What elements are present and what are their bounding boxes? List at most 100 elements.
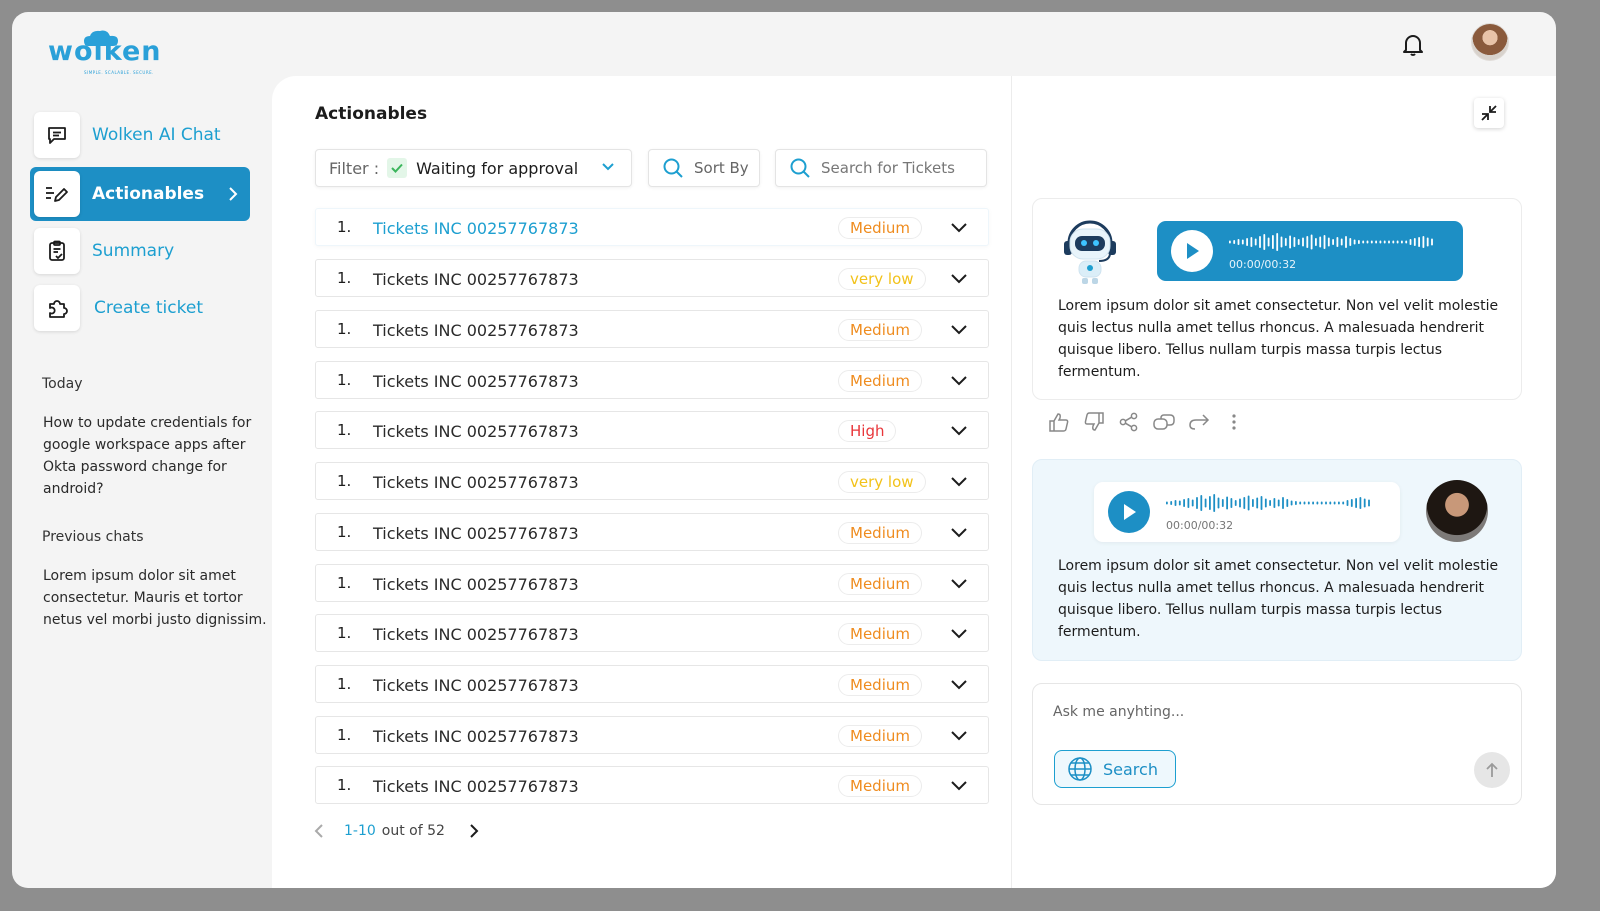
- ticket-name[interactable]: Tickets INC 00257767873: [373, 575, 579, 594]
- chevron-down-icon[interactable]: [950, 578, 968, 589]
- waveform-bar: [1355, 498, 1357, 508]
- chat-history-item[interactable]: Lorem ipsum dolor sit amet consectetur. …: [43, 565, 268, 631]
- waveform-bar: [1388, 240, 1390, 244]
- search-input[interactable]: [821, 159, 971, 177]
- nav-create-ticket[interactable]: Create ticket: [30, 281, 250, 335]
- waveform-bar: [1315, 238, 1317, 246]
- copy-icon[interactable]: [1147, 408, 1181, 436]
- chevron-down-icon[interactable]: [950, 324, 968, 335]
- arrow-up-icon: [1486, 762, 1498, 777]
- redo-icon[interactable]: [1182, 408, 1216, 436]
- message-actions: [1042, 408, 1252, 436]
- chevron-right-icon[interactable]: [469, 823, 479, 839]
- ticket-row[interactable]: 1. Tickets INC 00257767873 Medium: [315, 208, 989, 246]
- chevron-down-icon[interactable]: [950, 222, 968, 233]
- search-icon: [790, 158, 810, 178]
- thumbs-up-icon[interactable]: [1042, 408, 1076, 436]
- sort-by-button[interactable]: Sort By: [648, 149, 760, 187]
- chevron-down-icon[interactable]: [950, 628, 968, 639]
- ticket-number: 1.: [337, 624, 352, 642]
- chat-input[interactable]: [1053, 700, 1493, 724]
- waveform-bar: [1346, 500, 1349, 506]
- chevron-down-icon[interactable]: [950, 476, 968, 487]
- audio-player[interactable]: 00:00/00:32: [1094, 482, 1400, 542]
- waveform-bar: [1187, 498, 1190, 508]
- nav-label: Create ticket: [94, 298, 203, 318]
- ticket-row[interactable]: 1. Tickets INC 00257767873 Medium: [315, 361, 989, 399]
- ticket-row[interactable]: 1. Tickets INC 00257767873 Medium: [315, 310, 989, 348]
- ticket-row[interactable]: 1. Tickets INC 00257767873 High: [315, 411, 989, 449]
- ticket-number: 1.: [337, 218, 352, 236]
- filter-dropdown[interactable]: Filter : Waiting for approval: [315, 149, 632, 187]
- ticket-row[interactable]: 1. Tickets INC 00257767873 Medium: [315, 716, 989, 754]
- waveform-bar: [1323, 235, 1326, 249]
- ticket-row[interactable]: 1. Tickets INC 00257767873 very low: [315, 259, 989, 297]
- waveform-bar: [1342, 501, 1345, 505]
- ticket-row[interactable]: 1. Tickets INC 00257767873 Medium: [315, 564, 989, 602]
- waveform-bar: [1303, 501, 1306, 505]
- ticket-name[interactable]: Tickets INC 00257767873: [373, 219, 579, 238]
- ticket-name[interactable]: Tickets INC 00257767873: [373, 676, 579, 695]
- nav-wolken-ai-chat[interactable]: Wolken AI Chat: [30, 108, 250, 162]
- waveform-bar: [1302, 237, 1304, 247]
- ticket-name[interactable]: Tickets INC 00257767873: [373, 321, 579, 340]
- collapse-icon: [1481, 105, 1497, 121]
- ticket-name[interactable]: Tickets INC 00257767873: [373, 473, 579, 492]
- ticket-name[interactable]: Tickets INC 00257767873: [373, 270, 579, 289]
- ticket-row[interactable]: 1. Tickets INC 00257767873 Medium: [315, 766, 989, 804]
- waveform-bar: [1280, 236, 1283, 248]
- chevron-down-icon[interactable]: [950, 375, 968, 386]
- ticket-name[interactable]: Tickets INC 00257767873: [373, 777, 579, 796]
- chevron-down-icon[interactable]: [950, 679, 968, 690]
- waveform-bar: [1166, 501, 1168, 505]
- globe-icon: [1068, 757, 1092, 781]
- bell-icon[interactable]: [1401, 32, 1425, 58]
- ticket-search[interactable]: [775, 149, 987, 187]
- play-button[interactable]: [1171, 230, 1213, 272]
- waveform-bar: [1250, 237, 1253, 247]
- chevron-down-icon[interactable]: [950, 780, 968, 791]
- logo-text: wolken: [48, 36, 162, 67]
- collapse-button[interactable]: [1474, 98, 1504, 128]
- page-title: Actionables: [315, 104, 428, 124]
- share-icon[interactable]: [1112, 408, 1146, 436]
- ticket-row[interactable]: 1. Tickets INC 00257767873 Medium: [315, 665, 989, 703]
- web-search-button[interactable]: Search: [1054, 750, 1176, 788]
- waveform-bar: [1263, 234, 1266, 250]
- priority-badge: very low: [838, 471, 926, 493]
- profile-avatar[interactable]: [1471, 23, 1509, 61]
- ticket-row[interactable]: 1. Tickets INC 00257767873 Medium: [315, 614, 989, 652]
- wolken-logo[interactable]: wolken SIMPLE. SCALABLE. SECURE.: [48, 30, 161, 76]
- send-button[interactable]: [1474, 752, 1510, 788]
- priority-badge: Medium: [838, 319, 922, 341]
- ticket-number: 1.: [337, 523, 352, 541]
- more-icon[interactable]: [1217, 408, 1251, 436]
- waveform-bar: [1233, 240, 1236, 244]
- ticket-name[interactable]: Tickets INC 00257767873: [373, 422, 579, 441]
- ticket-row[interactable]: 1. Tickets INC 00257767873 Medium: [315, 513, 989, 551]
- ticket-name[interactable]: Tickets INC 00257767873: [373, 372, 579, 391]
- waveform-bar: [1260, 496, 1263, 510]
- priority-badge: Medium: [838, 217, 922, 239]
- thumbs-down-icon[interactable]: [1077, 408, 1111, 436]
- play-button[interactable]: [1108, 491, 1150, 533]
- ticket-name[interactable]: Tickets INC 00257767873: [373, 524, 579, 543]
- chat-history-item[interactable]: How to update credentials for google wor…: [43, 412, 268, 500]
- ticket-name[interactable]: Tickets INC 00257767873: [373, 727, 579, 746]
- waveform-bar: [1269, 500, 1271, 506]
- waveform-bar: [1273, 498, 1276, 508]
- chevron-down-icon[interactable]: [950, 425, 968, 436]
- ticket-row[interactable]: 1. Tickets INC 00257767873 very low: [315, 462, 989, 500]
- waveform-bar: [1259, 236, 1261, 248]
- chevron-down-icon[interactable]: [950, 527, 968, 538]
- audio-player[interactable]: 00:00/00:32: [1157, 221, 1463, 281]
- ticket-name[interactable]: Tickets INC 00257767873: [373, 625, 579, 644]
- waveform-bar: [1217, 497, 1220, 509]
- chevron-down-icon[interactable]: [950, 730, 968, 741]
- app-window: wolken SIMPLE. SCALABLE. SECURE. Wolken …: [12, 12, 1556, 888]
- nav-actionables[interactable]: Actionables: [30, 167, 250, 221]
- play-icon: [1187, 243, 1199, 259]
- chevron-left-icon[interactable]: [314, 823, 324, 839]
- nav-summary[interactable]: Summary: [30, 224, 250, 278]
- chevron-down-icon[interactable]: [950, 273, 968, 284]
